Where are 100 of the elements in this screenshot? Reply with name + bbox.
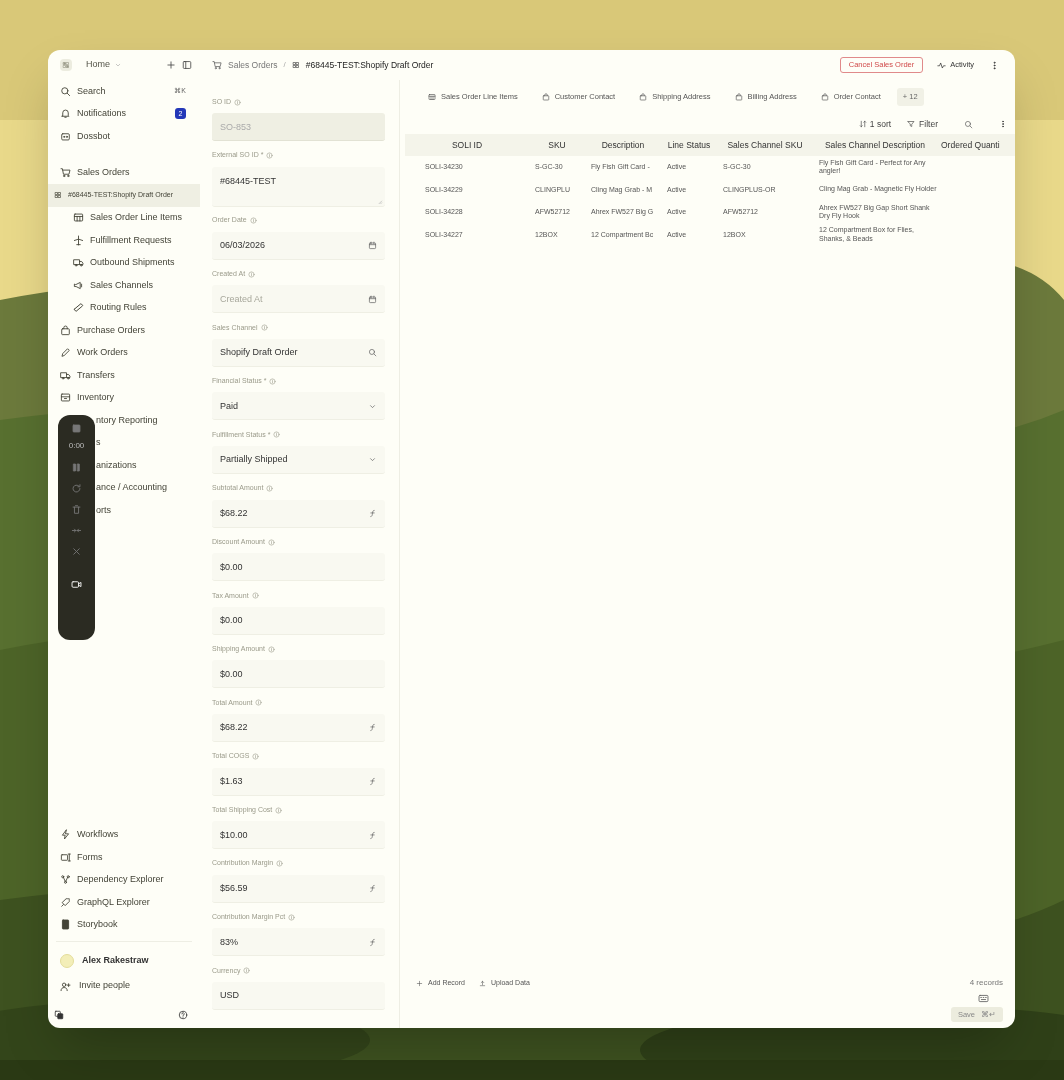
sidebar-item[interactable]: Workflows (48, 823, 200, 846)
item-label: Fulfillment Requests (90, 233, 172, 247)
input-field[interactable]: 83% (212, 928, 385, 957)
table-icon (73, 212, 84, 224)
grid-icon (54, 191, 62, 200)
restart-button[interactable] (71, 483, 82, 494)
sidebar-item[interactable]: Sales Orders (48, 161, 200, 184)
item-label: Notifications (77, 107, 128, 120)
item-label: Workflows (77, 828, 119, 841)
sidebar-item[interactable]: Storybook (48, 913, 200, 936)
input-field[interactable]: $0.00 (212, 553, 385, 582)
chevron-icon (114, 61, 122, 69)
more-button[interactable] (990, 60, 999, 70)
item-label: Routing Rules (90, 301, 147, 314)
input-field[interactable]: #68445-TEST (212, 166, 385, 207)
search-button[interactable] (964, 119, 973, 129)
breadcrumb-link[interactable]: Sales Orders (228, 58, 278, 72)
sidebar-item[interactable]: anizations (96, 454, 200, 477)
assistant-item[interactable]: Dossbot (48, 125, 200, 148)
sidebar-item[interactable]: Dependency Explorer (48, 868, 200, 891)
breadcrumb-separator: / (283, 59, 286, 71)
sidebar-item[interactable]: orts (96, 499, 200, 522)
input-field[interactable]: $10.00 (212, 821, 385, 850)
info-icon (273, 431, 281, 439)
resize-handle-icon (376, 197, 383, 205)
sidebar-item[interactable]: Sales Channels (48, 274, 200, 297)
info-icon (234, 98, 242, 106)
sidebar-item[interactable]: Outbound Shipments (48, 251, 200, 274)
input-field[interactable]: $0.00 (212, 660, 385, 689)
sidebar-item[interactable]: Transfers (48, 364, 200, 387)
pause-button[interactable] (71, 462, 82, 473)
sidebar-item[interactable]: GraphQL Explorer (48, 891, 200, 914)
info-icon (288, 913, 296, 921)
info-icon (249, 217, 257, 225)
sidebar-item[interactable]: s (96, 431, 200, 454)
dropdown[interactable]: Partially Shipped (212, 445, 385, 474)
column-header[interactable]: Ordered Quanti (937, 138, 1015, 152)
sidebar-item[interactable]: Purchase Orders (48, 319, 200, 342)
column-header[interactable]: Sales Channel Description (813, 138, 937, 152)
sidebar-item[interactable]: Sales Order Line Items (48, 206, 200, 229)
sidebar-item[interactable]: Work Orders (48, 341, 200, 364)
camera-button[interactable] (71, 579, 82, 590)
column-header[interactable]: Sales Channel SKU (717, 138, 813, 152)
plane-icon (73, 234, 84, 246)
logo-icon[interactable] (60, 59, 72, 71)
table-icon (428, 93, 436, 101)
item-label: Sales Orders (77, 166, 130, 179)
avatar (60, 954, 74, 968)
search-icon (60, 85, 71, 97)
sidebar-item[interactable]: Forms (48, 846, 200, 869)
item-label: Inventory (77, 391, 115, 404)
formula-icon (368, 723, 377, 733)
workspace-dropdown[interactable]: Home (86, 58, 122, 72)
collapse-button[interactable] (71, 525, 82, 536)
dropdown[interactable]: Paid (212, 392, 385, 421)
item-label: orts (96, 503, 111, 517)
item-label: Sales Channels (90, 278, 154, 292)
input-field[interactable]: $1.63 (212, 767, 385, 796)
close-button[interactable] (71, 546, 82, 557)
more-options-button[interactable] (999, 120, 1007, 128)
input-field[interactable]: $0.00 (212, 606, 385, 635)
date-field[interactable]: Created At (212, 285, 385, 314)
user-name: Alex Rakestraw (82, 954, 149, 968)
info-icon (251, 592, 259, 600)
column-header[interactable]: SKU (529, 138, 585, 152)
date-field[interactable]: 06/03/2026 (212, 231, 385, 260)
column-header[interactable]: Description (585, 138, 661, 152)
column-header[interactable]: SOLI ID (405, 138, 529, 152)
item-label: ntory Reporting (96, 413, 158, 427)
form-icon (60, 851, 71, 863)
sidebar-item[interactable]: Inventory (48, 386, 200, 409)
grid-icon (291, 61, 300, 69)
layers-icon (54, 1010, 64, 1020)
stop-button[interactable] (71, 423, 82, 434)
user-profile[interactable]: Alex Rakestraw (48, 948, 200, 974)
info-icon (267, 538, 275, 546)
item-label: Storybook (77, 918, 118, 931)
item-label: Dossbot (77, 129, 112, 143)
formula-icon (368, 509, 377, 519)
info-icon (252, 753, 260, 761)
sidebar-item[interactable]: Fulfillment Requests (48, 229, 200, 252)
sidebar-item[interactable]: ntory Reporting (96, 409, 200, 432)
delete-button[interactable] (71, 504, 82, 515)
column-header[interactable]: Line Status (661, 138, 717, 152)
input-field[interactable]: USD (212, 981, 385, 1010)
sidebar-toggle-button[interactable] (182, 60, 192, 70)
sidebar-item[interactable]: Routing Rules (48, 296, 200, 319)
item-label: Forms (77, 850, 103, 864)
add-button[interactable] (166, 60, 176, 70)
input-field[interactable]: $68.22 (212, 499, 385, 528)
sort-button[interactable]: 1 sort (858, 117, 892, 131)
filter-button[interactable]: Filter (907, 117, 938, 131)
search-field[interactable]: Shopify Draft Order (212, 338, 385, 367)
sidebar-item[interactable]: ance / Accounting (96, 476, 200, 499)
invite-people-link[interactable]: Invite people (48, 974, 200, 998)
input-field[interactable]: $68.22 (212, 713, 385, 742)
input-field[interactable]: $56.59 (212, 874, 385, 903)
formula-icon (368, 937, 377, 947)
truck-icon (60, 369, 71, 381)
help-icon (178, 1010, 188, 1020)
